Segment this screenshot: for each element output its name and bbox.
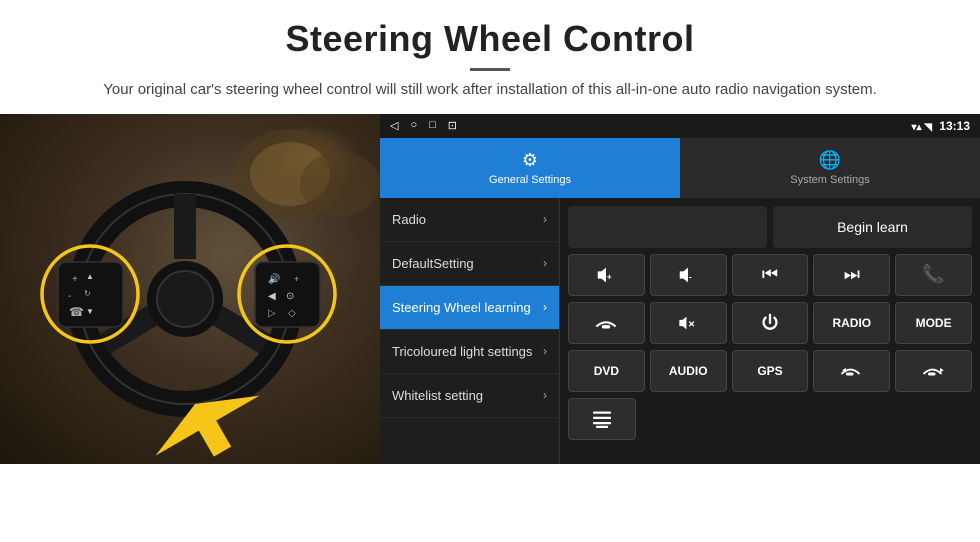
top-section: Steering Wheel Control Your original car… (0, 0, 980, 114)
prev-track-icon: ⏮ (762, 264, 778, 285)
svg-text:✕: ✕ (688, 318, 695, 328)
svg-text:+: + (294, 274, 299, 284)
empty-input-box (568, 206, 767, 248)
chevron-icon: › (543, 212, 547, 226)
status-bar: ◁ ○ □ ⊡ ▾▴ ◥ 13:13 (380, 114, 980, 138)
status-time-area: ▾▴ ◥ 13:13 (911, 119, 970, 133)
menu-icon-button[interactable] (568, 398, 636, 440)
menu-item-radio[interactable]: Radio › (380, 198, 559, 242)
svg-text:🔊: 🔊 (268, 272, 280, 285)
steering-wheel-svg: + ▲ - ↻ ☎ ▼ 🔊 + ◀ ⊙ ▷ ◇ (0, 114, 380, 464)
back-icon[interactable]: ◁ (390, 119, 398, 132)
controls-row4 (568, 398, 972, 440)
chevron-icon: › (543, 256, 547, 270)
prev-track-button[interactable]: ⏮ (732, 254, 809, 296)
power-button[interactable] (732, 302, 809, 344)
status-icons: ◁ ○ □ ⊡ (390, 119, 457, 132)
svg-text:-: - (68, 291, 71, 302)
menu-radio-label: Radio (392, 212, 426, 227)
main-panel: Radio › DefaultSetting › Steering Wheel … (380, 198, 980, 464)
home-icon[interactable]: ○ (410, 119, 417, 132)
left-menu: Radio › DefaultSetting › Steering Wheel … (380, 198, 560, 464)
wifi-signal-icon: ▾▴ ◥ (911, 122, 932, 133)
content-row: + ▲ - ↻ ☎ ▼ 🔊 + ◀ ⊙ ▷ ◇ (0, 114, 980, 464)
menu-item-whitelist[interactable]: Whitelist setting › (380, 374, 559, 418)
head-unit: ◁ ○ □ ⊡ ▾▴ ◥ 13:13 ⚙ General Settings 🌐 … (380, 114, 980, 464)
gps-button[interactable]: GPS (732, 350, 809, 392)
menu-default-label: DefaultSetting (392, 256, 474, 271)
audio-label: AUDIO (669, 364, 708, 378)
subtitle: Your original car's steering wheel contr… (40, 79, 940, 102)
svg-text:▷: ▷ (268, 308, 276, 319)
mute-button[interactable]: ✕ (650, 302, 727, 344)
menu-item-default[interactable]: DefaultSetting › (380, 242, 559, 286)
menu-item-steering[interactable]: Steering Wheel learning › (380, 286, 559, 330)
right-controls: Begin learn + - (560, 198, 980, 464)
controls-row2: ✕ RADIO MODE (568, 302, 972, 344)
general-settings-icon: ⚙ (522, 150, 538, 171)
tab-general-label: General Settings (489, 174, 571, 186)
dvd-button[interactable]: DVD (568, 350, 645, 392)
square-icon[interactable]: □ (429, 119, 436, 132)
menu-icon (590, 407, 614, 431)
dvd-label: DVD (594, 364, 619, 378)
svg-text:☎: ☎ (69, 305, 84, 319)
svg-text:+: + (607, 272, 612, 281)
volume-down-button[interactable]: - (650, 254, 727, 296)
radio-button[interactable]: RADIO (813, 302, 890, 344)
svg-text:↻: ↻ (84, 289, 91, 298)
controls-row3: DVD AUDIO GPS (568, 350, 972, 392)
svg-text:-: - (689, 272, 692, 281)
phone-answer-icon: 📞 (922, 264, 944, 285)
answer-phone-button[interactable]: 📞 (895, 254, 972, 296)
tab-general-settings[interactable]: ⚙ General Settings (380, 138, 680, 198)
audio-button[interactable]: AUDIO (650, 350, 727, 392)
menu-item-tricoloured[interactable]: Tricoloured light settings › (380, 330, 559, 374)
svg-text:▲: ▲ (86, 272, 94, 281)
svg-text:+: + (72, 274, 78, 285)
hang-up-button[interactable] (568, 302, 645, 344)
chevron-icon: › (543, 300, 547, 314)
cast-icon[interactable]: ⊡ (448, 119, 457, 132)
mode-button[interactable]: MODE (895, 302, 972, 344)
system-settings-icon: 🌐 (819, 150, 841, 171)
page-title: Steering Wheel Control (40, 18, 940, 60)
tab-system-label: System Settings (790, 174, 869, 186)
gps-label: GPS (757, 364, 782, 378)
chevron-icon: › (543, 344, 547, 358)
menu-whitelist-label: Whitelist setting (392, 388, 483, 403)
steering-wheel-background: + ▲ - ↻ ☎ ▼ 🔊 + ◀ ⊙ ▷ ◇ (0, 114, 380, 464)
volume-up-button[interactable]: + (568, 254, 645, 296)
car-image-section: + ▲ - ↻ ☎ ▼ 🔊 + ◀ ⊙ ▷ ◇ (0, 114, 380, 464)
tab-bar: ⚙ General Settings 🌐 System Settings (380, 138, 980, 198)
menu-steering-label: Steering Wheel learning (392, 300, 531, 315)
next-track-icon: ⏭ (844, 264, 860, 285)
phone-prev-button[interactable] (813, 350, 890, 392)
svg-text:◀: ◀ (268, 291, 276, 302)
radio-label: RADIO (832, 316, 871, 330)
chevron-icon: › (543, 388, 547, 402)
mode-label: MODE (916, 316, 952, 330)
begin-learn-button[interactable]: Begin learn (773, 206, 972, 248)
begin-learn-row: Begin learn (568, 206, 972, 248)
tab-system-settings[interactable]: 🌐 System Settings (680, 138, 980, 198)
phone-next-button[interactable] (895, 350, 972, 392)
controls-row1: + - ⏮ ⏭ (568, 254, 972, 296)
clock: 13:13 (939, 119, 970, 133)
title-divider (470, 68, 510, 71)
menu-tricoloured-label: Tricoloured light settings (392, 344, 532, 359)
svg-text:⊙: ⊙ (286, 291, 294, 302)
svg-text:◇: ◇ (288, 308, 296, 319)
svg-text:▼: ▼ (86, 307, 94, 316)
next-track-button[interactable]: ⏭ (813, 254, 890, 296)
